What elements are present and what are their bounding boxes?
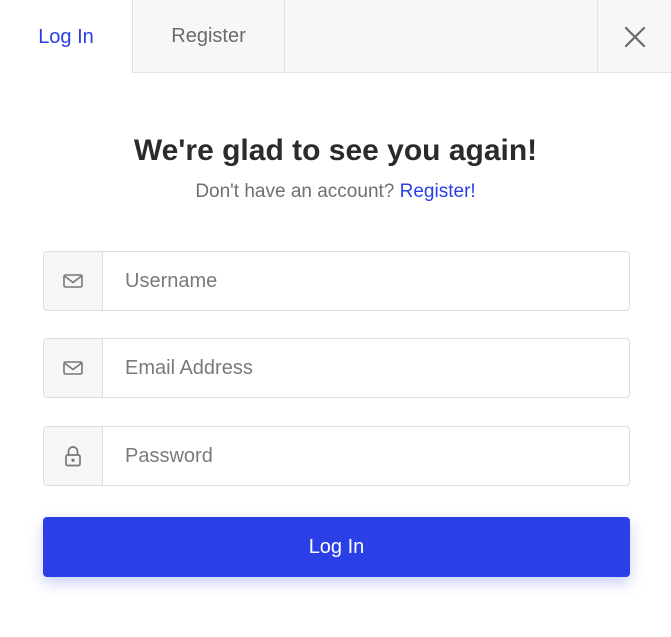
username-field-group xyxy=(43,251,630,311)
close-button[interactable] xyxy=(597,0,671,73)
password-addon xyxy=(44,427,103,485)
email-addon xyxy=(44,339,103,397)
register-prompt: Don't have an account? Register! xyxy=(0,181,671,203)
email-field-group xyxy=(43,338,630,398)
register-prompt-text: Don't have an account? xyxy=(195,181,395,202)
close-icon xyxy=(624,26,645,47)
lock-icon xyxy=(65,446,81,467)
mail-icon xyxy=(63,274,83,288)
page-title: We're glad to see you again! xyxy=(133,134,538,167)
password-input[interactable] xyxy=(103,427,629,485)
password-field-group xyxy=(43,426,630,486)
username-addon xyxy=(44,252,103,310)
login-button[interactable]: Log In xyxy=(43,517,630,577)
mail-icon xyxy=(63,361,83,375)
username-input[interactable] xyxy=(103,252,629,310)
tab-login[interactable]: Log In xyxy=(0,0,133,74)
tab-register[interactable]: Register xyxy=(133,0,285,73)
email-input[interactable] xyxy=(103,339,629,397)
register-link[interactable]: Register! xyxy=(400,181,476,202)
